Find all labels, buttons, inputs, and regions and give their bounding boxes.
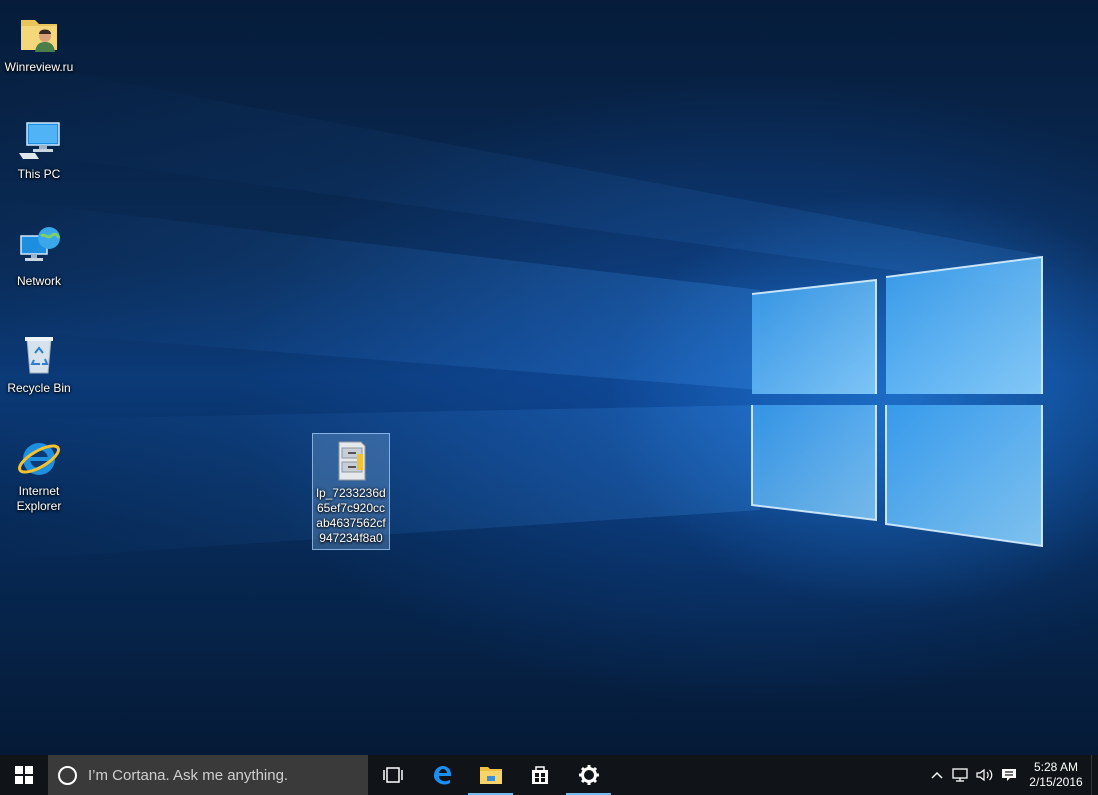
search-placeholder: I’m Cortana. Ask me anything. (88, 766, 289, 784)
desktop-icon-label: lp_7233236d65ef7c920ccab4637562cf947234f… (316, 486, 386, 545)
desktop-icon-selected-file[interactable]: lp_7233236d65ef7c920ccab4637562cf947234f… (312, 433, 390, 550)
show-desktop-button[interactable] (1091, 755, 1098, 795)
file-cabinet-icon (338, 441, 366, 481)
file-explorer-icon (479, 767, 502, 784)
action-center-button[interactable] (997, 755, 1021, 795)
settings-taskbar-button[interactable] (564, 755, 613, 795)
desktop-icon-recycle-bin[interactable]: Recycle Bin (0, 331, 78, 396)
edge-taskbar-button[interactable] (417, 755, 466, 795)
network-status-button[interactable] (949, 755, 973, 795)
chevron-up-icon (931, 771, 943, 779)
store-icon (531, 766, 548, 784)
edge-icon (433, 766, 451, 785)
task-view-icon (382, 767, 403, 783)
clock-time: 5:28 AM (1033, 760, 1079, 774)
desktop-background[interactable]: Winreview.ru This PC Network Recycle Bin (0, 0, 1098, 755)
desktop-icon-label: Internet (18, 484, 60, 498)
windows-logo-icon (15, 766, 33, 784)
network-status-icon (952, 768, 968, 782)
desktop-icon-label: Network (16, 274, 61, 288)
clock-date: 2/15/2016 (1029, 775, 1083, 789)
desktop-icon-label: Recycle Bin (7, 381, 71, 395)
task-view-button[interactable] (368, 755, 417, 795)
network-icon (20, 227, 61, 261)
file-explorer-taskbar-button[interactable] (466, 755, 515, 795)
show-hidden-icons-button[interactable] (925, 755, 949, 795)
store-taskbar-button[interactable] (515, 755, 564, 795)
clock[interactable]: 5:28 AM 2/15/2016 (1021, 760, 1091, 790)
desktop-icon-internet-explorer[interactable]: Internet Explorer (0, 434, 78, 514)
desktop-icon-network[interactable]: Network (0, 224, 78, 289)
start-button[interactable] (0, 755, 48, 795)
cortana-search-box[interactable]: I’m Cortana. Ask me anything. (48, 755, 368, 795)
desktop-icon-label: Explorer (16, 499, 62, 513)
user-folder-icon (21, 20, 57, 52)
desktop-icon-label: Winreview.ru (4, 60, 74, 74)
taskbar: I’m Cortana. Ask me anything. 5:28 AM 2/… (0, 755, 1098, 795)
desktop-icon-winreview[interactable]: Winreview.ru (0, 10, 78, 75)
settings-gear-icon (578, 765, 599, 785)
internet-explorer-icon (18, 443, 60, 475)
action-center-icon (1002, 769, 1016, 781)
cortana-icon (58, 765, 77, 785)
volume-icon (976, 768, 993, 782)
computer-icon (19, 122, 60, 159)
volume-button[interactable] (973, 755, 997, 795)
desktop-icon-this-pc[interactable]: This PC (0, 117, 78, 182)
system-tray: 5:28 AM 2/15/2016 (925, 755, 1098, 795)
wallpaper-art (0, 60, 1043, 560)
desktop-icon-label: This PC (17, 167, 61, 181)
recycle-bin-icon (25, 337, 53, 374)
